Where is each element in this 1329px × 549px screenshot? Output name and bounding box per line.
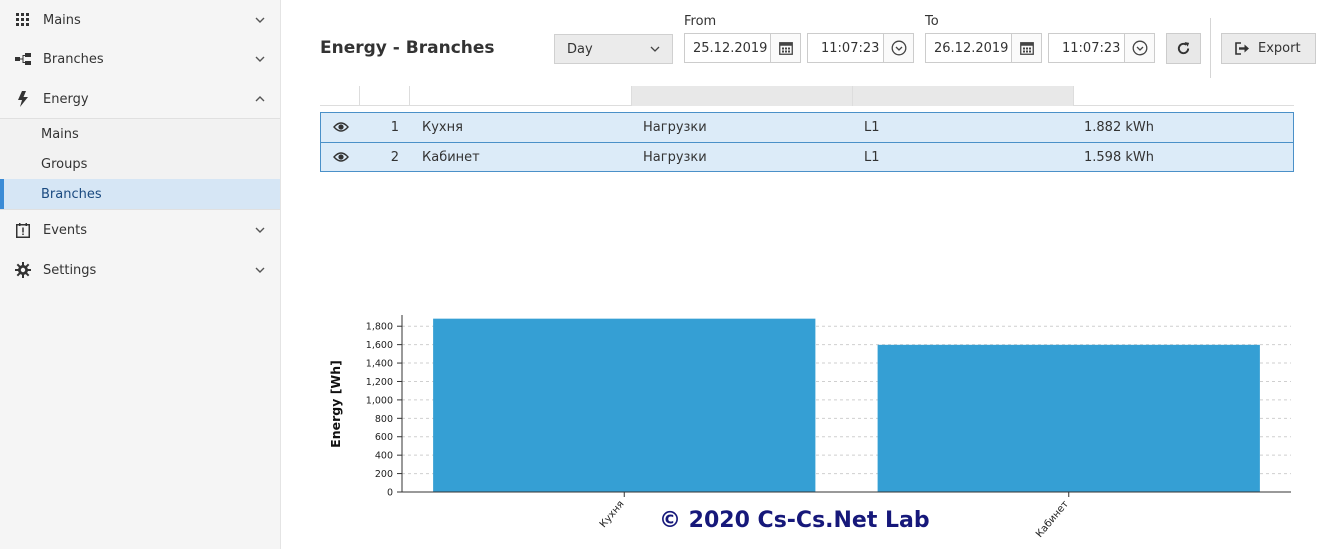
- branches-icon: [15, 51, 31, 67]
- y-tick-label: 800: [375, 414, 393, 425]
- export-icon: [1235, 42, 1249, 55]
- chevron-down-icon: [255, 227, 265, 233]
- row-energy: 1.598 kWh: [1084, 150, 1154, 165]
- app-window: Mains Branches Energy Mains Groups Branc…: [0, 0, 1329, 549]
- row-energy: 1.882 kWh: [1084, 120, 1154, 135]
- sidebar: Mains Branches Energy Mains Groups Branc…: [0, 0, 281, 549]
- gear-icon: [15, 262, 31, 278]
- sidebar-item-settings[interactable]: Settings: [0, 250, 280, 290]
- sidebar-item-events[interactable]: Events: [0, 210, 280, 250]
- to-time-value: 11:07:23: [1062, 40, 1121, 56]
- sidebar-subitem-label: Mains: [41, 126, 79, 142]
- table-header-cell[interactable]: [852, 86, 1073, 106]
- eye-icon[interactable]: [333, 121, 349, 133]
- from-time-input[interactable]: 11:07:23: [807, 33, 884, 63]
- row-type: Нагрузки: [643, 150, 707, 165]
- y-tick-label: 1,000: [366, 395, 393, 406]
- y-tick-label: 600: [375, 432, 393, 443]
- chevron-down-icon: [650, 46, 660, 52]
- events-icon: [15, 222, 31, 238]
- refresh-button[interactable]: [1166, 33, 1201, 64]
- to-label: To: [925, 14, 939, 29]
- chevron-down-icon: [255, 17, 265, 23]
- to-date-input[interactable]: 26.12.2019: [925, 33, 1012, 63]
- to-date-picker-button[interactable]: [1011, 33, 1042, 63]
- from-label: From: [684, 14, 717, 29]
- x-tick-label: Кухня: [598, 499, 627, 530]
- y-tick-label: 1,600: [366, 340, 393, 351]
- sidebar-item-branches[interactable]: Branches: [0, 39, 280, 79]
- chevron-down-icon: [255, 56, 265, 62]
- from-date-picker-button[interactable]: [770, 33, 801, 63]
- table-header-cell[interactable]: [631, 86, 852, 106]
- chevron-up-icon: [255, 96, 265, 102]
- sidebar-subitem-groups[interactable]: Groups: [0, 149, 280, 179]
- chevron-down-icon: [255, 267, 265, 273]
- y-tick-label: 400: [375, 451, 393, 462]
- from-time-picker-button[interactable]: [883, 33, 914, 63]
- from-time-value: 11:07:23: [821, 40, 880, 56]
- clock-icon: [1132, 40, 1147, 56]
- period-select[interactable]: Day: [554, 34, 673, 64]
- to-time-picker-button[interactable]: [1124, 33, 1155, 63]
- y-tick-label: 0: [387, 488, 393, 499]
- y-axis-label: Energy [Wh]: [328, 360, 343, 448]
- sidebar-item-label: Settings: [43, 262, 97, 278]
- refresh-icon: [1177, 41, 1190, 55]
- row-type: Нагрузки: [643, 120, 707, 135]
- table-row[interactable]: 2 Кабинет Нагрузки L1 1.598 kWh: [321, 142, 1293, 171]
- row-number: 2: [390, 150, 399, 165]
- y-tick-label: 1,200: [366, 377, 393, 388]
- to-time-input[interactable]: 11:07:23: [1048, 33, 1125, 63]
- from-date-value: 25.12.2019: [693, 40, 768, 56]
- sidebar-item-label: Branches: [43, 51, 104, 67]
- to-date-value: 26.12.2019: [934, 40, 1009, 56]
- row-number: 1: [390, 120, 399, 135]
- row-name: Кабинет: [422, 150, 480, 165]
- y-tick-label: 1,800: [366, 322, 393, 333]
- table-header-cell[interactable]: [409, 86, 631, 106]
- header-divider: [1210, 18, 1211, 78]
- bar: [877, 344, 1260, 492]
- calendar-icon: [1019, 42, 1034, 55]
- page-title: Energy - Branches: [320, 38, 495, 58]
- y-tick-label: 200: [375, 469, 393, 480]
- y-tick-label: 1,400: [366, 359, 393, 370]
- table-header: [320, 86, 1294, 106]
- copyright-watermark: © 2020 Cs-Cs.Net Lab: [659, 508, 930, 533]
- sidebar-subitem-mains[interactable]: Mains: [0, 119, 280, 149]
- sidebar-item-mains[interactable]: Mains: [0, 0, 280, 40]
- sidebar-item-label: Events: [43, 222, 88, 238]
- sidebar-subitem-branches[interactable]: Branches: [0, 179, 280, 209]
- calendar-icon: [778, 42, 793, 55]
- branches-table: 1 Кухня Нагрузки L1 1.882 kWh 2 Кабинет …: [320, 112, 1294, 172]
- x-tick-label: Кабинет: [1034, 499, 1071, 540]
- table-row[interactable]: 1 Кухня Нагрузки L1 1.882 kWh: [321, 113, 1293, 142]
- sidebar-item-label: Mains: [43, 12, 81, 28]
- table-header-cell[interactable]: [359, 86, 409, 106]
- sidebar-item-energy[interactable]: Energy: [0, 79, 280, 119]
- eye-icon[interactable]: [333, 151, 349, 163]
- sidebar-item-label: Energy: [43, 91, 89, 107]
- grid-icon: [15, 12, 31, 28]
- period-select-value: Day: [567, 41, 593, 57]
- clock-icon: [891, 40, 906, 56]
- lightning-icon: [15, 91, 31, 107]
- row-phase: L1: [864, 150, 880, 165]
- from-date-input[interactable]: 25.12.2019: [684, 33, 771, 63]
- row-phase: L1: [864, 120, 880, 135]
- sidebar-subitem-label: Groups: [41, 156, 88, 172]
- table-header-cell[interactable]: [1073, 86, 1294, 106]
- sidebar-subitem-label: Branches: [41, 186, 102, 202]
- row-name: Кухня: [422, 120, 463, 135]
- export-button[interactable]: Export: [1221, 33, 1316, 64]
- bar: [433, 318, 816, 492]
- export-label: Export: [1258, 41, 1301, 56]
